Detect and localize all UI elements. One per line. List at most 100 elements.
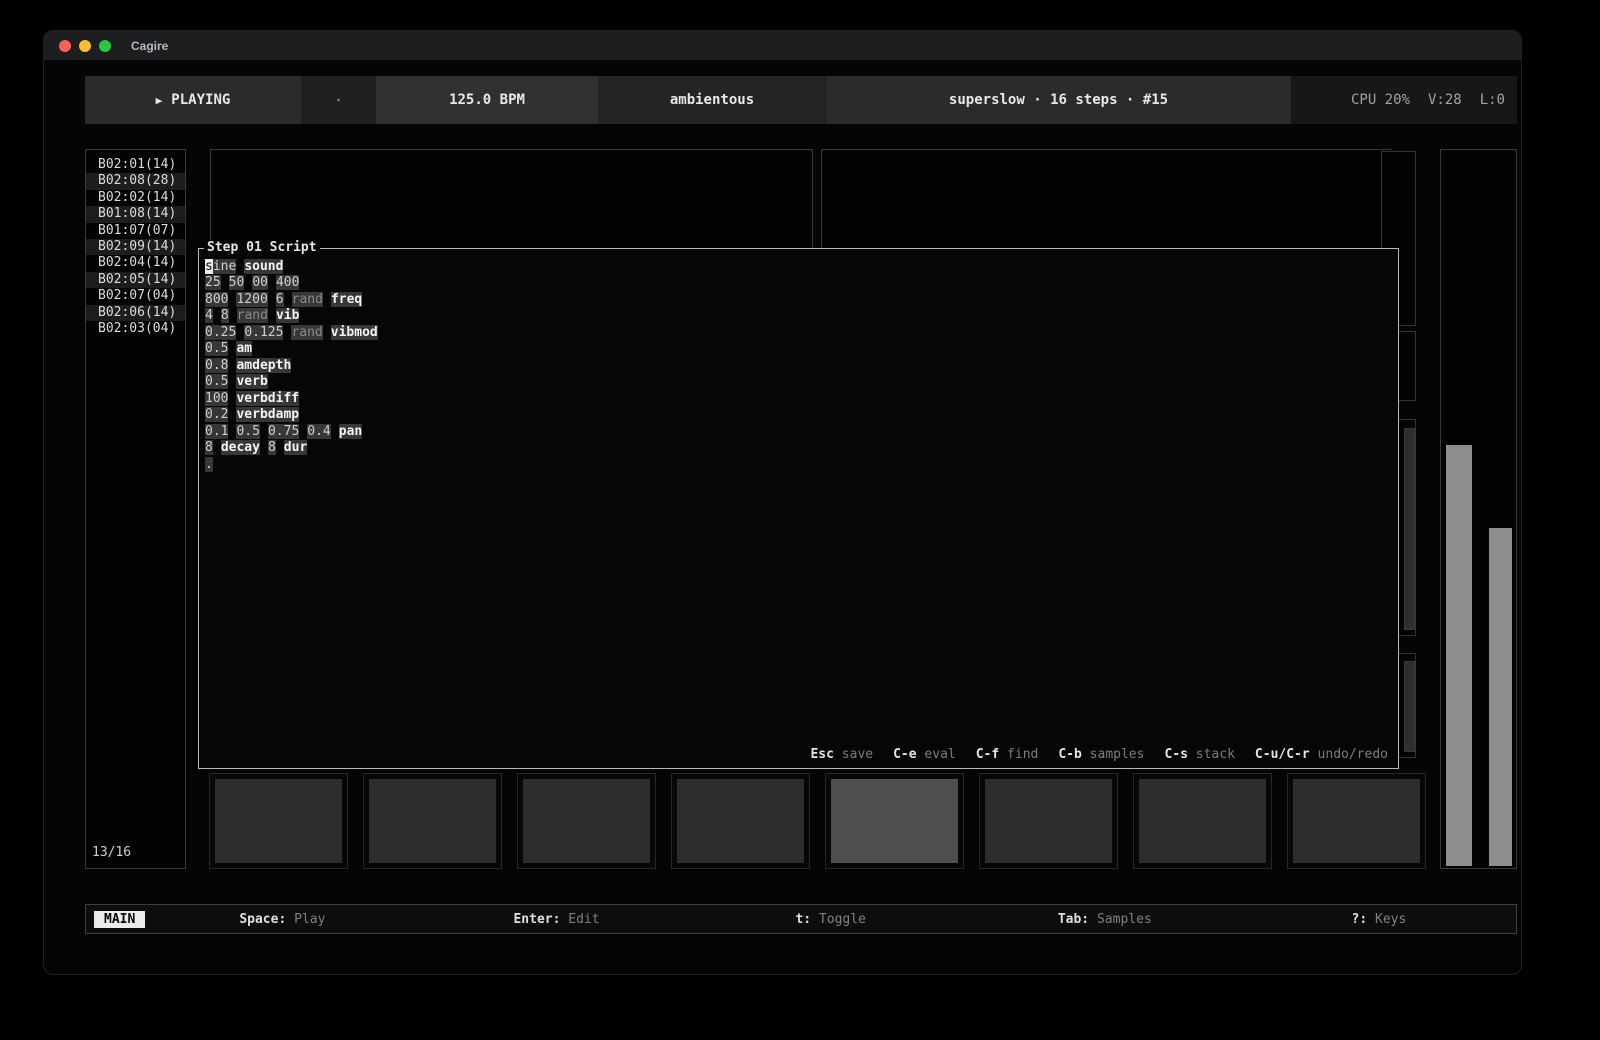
keybind-hint: t: Toggle <box>694 912 968 927</box>
keybind-hint: C-u/C-r undo/redo <box>1255 747 1388 762</box>
sample-list-item[interactable]: B01:08(14) <box>86 206 185 222</box>
code-token-text: 6 <box>276 292 284 307</box>
code-token: freq <box>331 292 362 307</box>
close-window-button[interactable] <box>59 40 71 52</box>
latency-count: L:0 <box>1480 92 1505 108</box>
traffic-lights <box>59 40 111 52</box>
code-token: pan <box>339 424 362 439</box>
system-stats: CPU 20% V:28 L:0 <box>1291 76 1517 124</box>
sample-list-item[interactable]: B02:08(28) <box>86 173 185 189</box>
level-meter-left <box>1446 445 1472 866</box>
step-pad <box>215 779 342 863</box>
code-line[interactable]: . <box>205 456 1388 473</box>
code-line[interactable]: 255000400 <box>205 275 1388 292</box>
sample-list-item[interactable]: B02:09(14) <box>86 239 185 255</box>
minimize-window-button[interactable] <box>79 40 91 52</box>
code-token: rand <box>291 325 322 340</box>
status-keybind-hints: Space: PlayEnter: Editt: ToggleTab: Samp… <box>145 912 1516 927</box>
code-token: decay <box>221 440 260 455</box>
sample-list-item[interactable]: B02:03(04) <box>86 321 185 337</box>
code-token: 0.25 <box>205 325 236 340</box>
code-line[interactable]: 0.10.50.750.4pan <box>205 423 1388 440</box>
step-pad <box>1139 779 1266 863</box>
step-cell[interactable] <box>979 773 1118 869</box>
code-token: dur <box>284 440 307 455</box>
code-token-text: 0.5 <box>205 341 228 356</box>
keybind-hint: C-f find <box>976 747 1039 762</box>
script-editor[interactable]: Step 01 Script sinesound2550004008001200… <box>198 248 1399 769</box>
code-token: 25 <box>205 275 221 290</box>
step-cell[interactable] <box>825 773 964 869</box>
code-token: 1200 <box>236 292 267 307</box>
step-cell[interactable] <box>1287 773 1426 869</box>
code-token-text: decay <box>221 440 260 455</box>
code-line[interactable]: 8decay8dur <box>205 440 1388 457</box>
code-token-text: 8 <box>268 440 276 455</box>
code-token: 8 <box>268 440 276 455</box>
code-token-text: sound <box>244 259 283 274</box>
scale-display[interactable]: ambientous <box>598 76 826 124</box>
sample-list-item[interactable]: B02:04(14) <box>86 255 185 271</box>
code-line[interactable]: 80012006randfreq <box>205 291 1388 308</box>
code-token-text: 1200 <box>236 292 267 307</box>
code-line[interactable]: 0.8amdepth <box>205 357 1388 374</box>
stack-slider <box>1404 428 1415 630</box>
code-token-text: vibmod <box>331 325 378 340</box>
code-line[interactable]: sine sound <box>205 258 1388 275</box>
pattern-display[interactable]: superslow · 16 steps · #15 <box>826 76 1291 124</box>
sample-list-item[interactable]: B02:07(04) <box>86 288 185 304</box>
hint-key: Enter: <box>513 912 560 927</box>
sample-list: B02:01(14)B02:08(28)B02:02(14)B01:08(14)… <box>86 150 185 337</box>
hint-label: stack <box>1188 747 1235 762</box>
hint-key: Space: <box>239 912 286 927</box>
hint-label: find <box>999 747 1038 762</box>
beat-indicator: · <box>301 76 376 124</box>
bpm-display[interactable]: 125.0 BPM <box>376 76 598 124</box>
code-line[interactable]: 0.2verbdamp <box>205 407 1388 424</box>
code-token-text: 0.25 <box>205 325 236 340</box>
step-cell[interactable] <box>517 773 656 869</box>
code-token: vibmod <box>331 325 378 340</box>
level-meter-right <box>1489 528 1512 866</box>
code-line[interactable]: 0.250.125randvibmod <box>205 324 1388 341</box>
sample-list-item[interactable]: B02:02(14) <box>86 190 185 206</box>
hint-label: undo/redo <box>1310 747 1388 762</box>
step-cell[interactable] <box>1133 773 1272 869</box>
code-token: verbdamp <box>236 407 299 422</box>
code-token-text: 8 <box>221 308 229 323</box>
sample-list-item[interactable]: B02:06(14) <box>86 305 185 321</box>
step-sequencer-row <box>197 773 1429 869</box>
hint-key: C-f <box>976 747 999 762</box>
sample-list-item[interactable]: B01:07(07) <box>86 223 185 239</box>
code-line[interactable]: 0.5 am <box>205 341 1388 358</box>
transport-bar: ▶ PLAYING · 125.0 BPM ambientous supersl… <box>85 76 1517 124</box>
code-token-text: am <box>236 341 252 356</box>
hint-key: Esc <box>810 747 833 762</box>
text-cursor: s <box>205 259 213 274</box>
zoom-window-button[interactable] <box>99 40 111 52</box>
code-token: 50 <box>229 275 245 290</box>
transport-state[interactable]: ▶ PLAYING <box>85 76 301 124</box>
code-token: sine <box>205 259 236 274</box>
code-token: 400 <box>276 275 299 290</box>
script-code[interactable]: sinesound25500040080012006randfreq48rand… <box>205 258 1388 473</box>
step-cell[interactable] <box>363 773 502 869</box>
code-token-text: 4 <box>205 308 213 323</box>
step-pad <box>1293 779 1420 863</box>
step-cell[interactable] <box>671 773 810 869</box>
sample-list-item[interactable]: B02:05(14) <box>86 272 185 288</box>
code-line[interactable]: 100verbdiff <box>205 390 1388 407</box>
keybind-hint: C-s stack <box>1164 747 1234 762</box>
code-token-text: 25 <box>205 275 221 290</box>
step-cell[interactable] <box>209 773 348 869</box>
code-token: 0.1 <box>205 424 228 439</box>
sample-list-item[interactable]: B02:01(14) <box>86 157 185 173</box>
code-line[interactable]: 48randvib <box>205 308 1388 325</box>
code-token-text: 400 <box>276 275 299 290</box>
code-token-text: dur <box>284 440 307 455</box>
hint-label: samples <box>1082 747 1145 762</box>
code-line[interactable]: 0.5verb <box>205 374 1388 391</box>
step-pad <box>985 779 1112 863</box>
code-token-text: . <box>205 457 213 472</box>
code-token-text: 0.8 <box>205 358 228 373</box>
